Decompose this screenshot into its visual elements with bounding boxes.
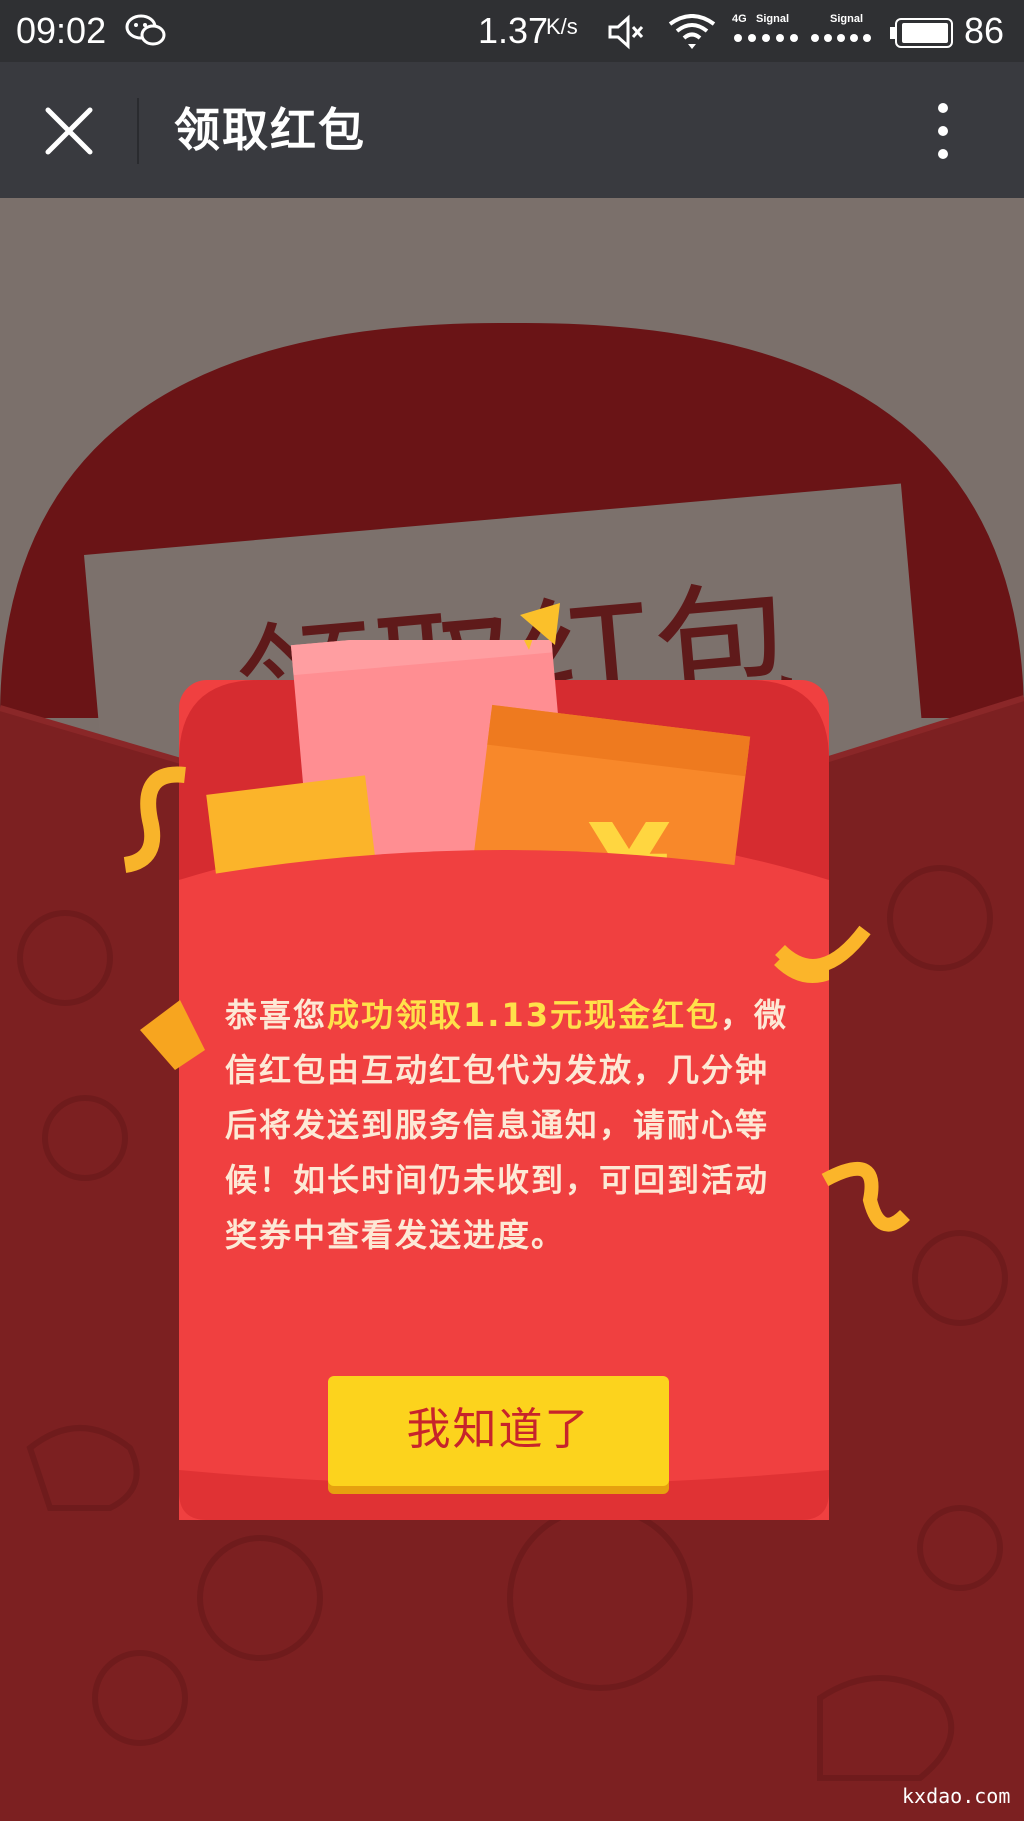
watermark: kxdao.com [902, 1784, 1011, 1808]
message-body: ，微信红包由互动红包代为发放，几分钟后将发送到服务信息通知，请耐心等候！如长时间… [225, 996, 788, 1254]
reward-message: 恭喜您成功领取1.13元现金红包，微信红包由互动红包代为发放，几分钟后将发送到服… [225, 988, 790, 1263]
message-prefix: 恭喜您 [225, 996, 328, 1034]
reward-amount-highlight: 成功领取1.13元现金红包 [327, 996, 720, 1034]
confetti-decoration [123, 603, 910, 1232]
ok-button[interactable]: 我知道了 [328, 1376, 669, 1486]
